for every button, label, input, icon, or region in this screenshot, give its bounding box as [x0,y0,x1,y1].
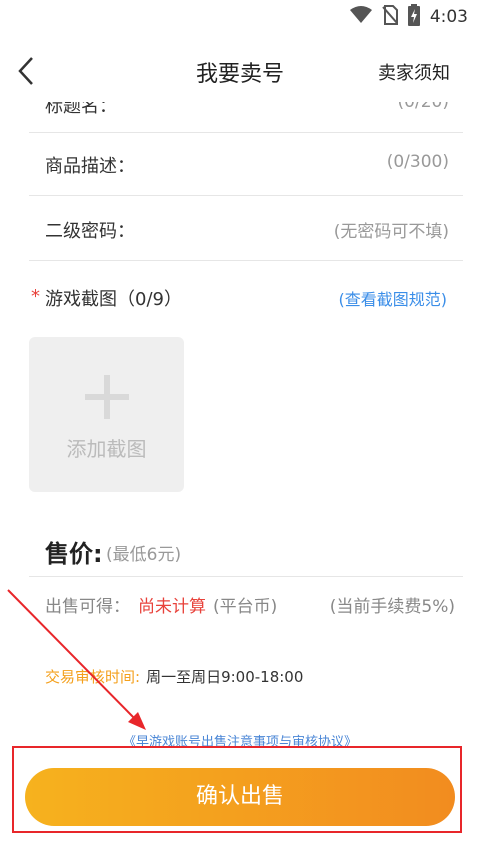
status-icons: 4:03 [349,4,468,30]
price-label: 售价: [45,540,103,568]
description-label: 商品描述： [45,156,135,177]
description-row[interactable]: 商品描述： (0/300) [29,132,463,196]
sell-form: 标题名： (0/20) 商品描述： (0/300) 二级密码： (无密码可不填)… [29,102,463,642]
income-label: 出售可得： [45,597,130,617]
no-sim-icon [382,5,398,29]
second-password-input[interactable]: (无密码可不填) [334,217,449,242]
plus-icon [85,375,129,419]
fee-note: (当前手续费5%) [329,597,455,617]
screenshot-guidelines-link[interactable]: (查看截图规范) [339,286,448,310]
second-password-label: 二级密码： [45,221,135,242]
second-password-row[interactable]: 二级密码： (无密码可不填) [29,196,463,261]
wifi-icon [349,6,372,28]
income-value: 尚未计算 [138,597,206,617]
header: 我要卖号 卖家须知 [0,34,480,106]
title-row[interactable]: 标题名： (0/20) [29,102,463,133]
battery-charging-icon [407,4,420,30]
description-counter: (0/300) [386,152,449,172]
income-unit: (平台币) [213,597,278,617]
review-time-label: 交易审核时间: [45,668,141,686]
title-counter: (0/20) [397,102,449,112]
screenshots-label: 游戏截图（0/9） [45,289,182,310]
seller-notice-link[interactable]: 卖家须知 [378,59,450,85]
title-label: 标题名： [45,102,117,117]
add-screenshot-label: 添加截图 [66,437,147,461]
income-row: 出售可得： 尚未计算 (平台币) (当前手续费5%) [29,588,463,622]
review-time: 交易审核时间: 周一至周日9:00-18:00 [45,666,303,687]
price-row[interactable]: 售价: (最低6元) [29,532,463,577]
required-mark: * [31,286,40,307]
status-bar: 4:03 [0,0,480,34]
screenshots-header: * 游戏截图（0/9） (查看截图规范) [29,282,463,312]
review-time-value: 周一至周日9:00-18:00 [146,668,304,686]
annotation-highlight-box [12,746,462,833]
price-input[interactable]: (最低6元) [106,540,181,565]
add-screenshot-button[interactable]: 添加截图 [29,337,184,492]
status-time: 4:03 [429,7,468,27]
